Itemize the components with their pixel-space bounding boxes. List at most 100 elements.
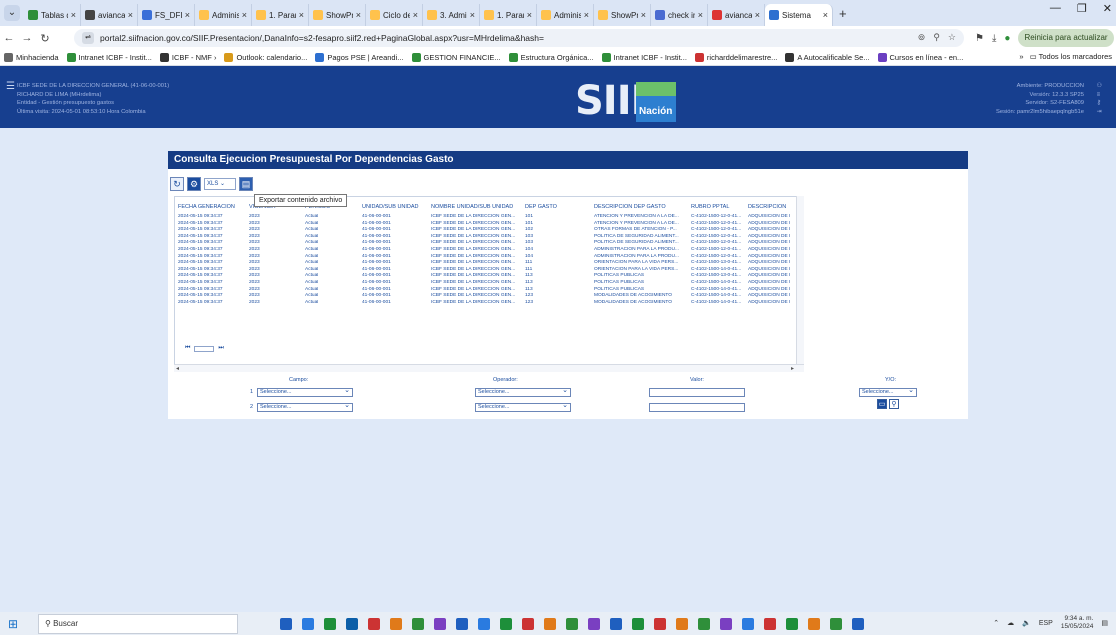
taskbar-app-icon[interactable] [588, 617, 600, 630]
export-icon[interactable]: ▤ [239, 177, 253, 191]
taskbar-app-icon[interactable] [368, 617, 380, 630]
tab-search-icon[interactable]: ⌄ [4, 5, 20, 21]
table-row[interactable]: 2024-05-15 09:34:37 2023 Actual 41-06-00-00… [175, 260, 803, 267]
reload-icon[interactable]: ↻ [36, 32, 54, 45]
network-icon[interactable]: ☁ [1007, 619, 1014, 627]
taskbar-app-icon[interactable] [522, 617, 534, 630]
taskbar-app-icon[interactable] [698, 617, 710, 630]
browser-tab[interactable]: Administ× [537, 4, 594, 26]
bookmark-item[interactable]: Minhacienda [4, 53, 59, 62]
bookmark-item[interactable]: Estructura Orgánica... [508, 53, 594, 62]
taskbar-app-icon[interactable] [654, 617, 666, 630]
column-header[interactable]: FECHA GENERACION [175, 204, 246, 212]
table-row[interactable]: 2024-05-15 09:34:37 2023 Actual 41-06-00-00… [175, 273, 803, 280]
taskbar-app-icon[interactable] [632, 617, 644, 630]
tab-close-icon[interactable]: × [470, 10, 475, 20]
column-header[interactable]: DESCRIPCION DEP GASTO [591, 204, 688, 212]
campo-select-1[interactable]: Seleccione... [257, 387, 353, 397]
taskbar-app-icon[interactable] [434, 617, 446, 630]
tab-close-icon[interactable]: × [185, 10, 190, 20]
operador-select-1[interactable]: Seleccione... [475, 387, 571, 397]
more-bookmarks-icon[interactable]: » [1019, 52, 1023, 61]
last-page-icon[interactable]: ⏭ [218, 345, 223, 352]
taskbar-search[interactable]: ⚲ Buscar [38, 613, 238, 634]
address-input[interactable]: ⇌ portal2.siifnacion.gov.co/SIIF.Present… [74, 29, 964, 47]
maximize-icon[interactable]: ❐ [1077, 2, 1087, 15]
taskbar-app-icon[interactable] [764, 617, 776, 630]
bookmark-item[interactable]: Outlook: calendario... [224, 53, 307, 62]
search-icon[interactable]: ⚲ [889, 399, 899, 409]
logout-icon[interactable]: ⇥ [1097, 108, 1102, 117]
taskbar-app-icon[interactable] [566, 617, 578, 630]
operador-select-2[interactable]: Seleccione... [475, 402, 571, 412]
bookmark-item[interactable]: Cursos en línea - en... [877, 53, 963, 62]
tab-close-icon[interactable]: × [242, 10, 247, 20]
users-icon[interactable]: ⚇ [1097, 82, 1102, 91]
browser-tab[interactable]: avianca × [81, 4, 138, 26]
volume-icon[interactable]: 🔈 [1022, 619, 1031, 627]
table-row[interactable]: 2024-05-15 09:34:37 2023 Actual 41-06-00-00… [175, 267, 803, 274]
browser-tab[interactable]: 3. Admin× [423, 4, 480, 26]
taskbar-app-icon[interactable] [852, 617, 864, 630]
taskbar-app-icon[interactable] [412, 617, 424, 630]
bookmark-item[interactable]: GESTION FINANCIE... [411, 53, 501, 62]
tab-close-icon[interactable]: × [128, 10, 133, 20]
tab-close-icon[interactable]: × [299, 10, 304, 20]
column-header[interactable]: DEP GASTO [522, 204, 591, 212]
page-input[interactable] [194, 345, 215, 352]
taskbar-app-icon[interactable] [280, 617, 292, 630]
update-button[interactable]: Reinicia para actualizar [1018, 29, 1114, 47]
table-row[interactable]: 2024-05-15 09:34:37 2023 Actual 41-06-00-00… [175, 287, 803, 294]
taskbar-app-icon[interactable] [302, 617, 314, 630]
browser-tab[interactable]: 1. Param× [252, 4, 309, 26]
extensions-icon[interactable]: ⚑ [975, 33, 984, 44]
column-header[interactable]: NOMBRE UNIDAD/SUB UNIDAD [428, 204, 522, 212]
download-icon[interactable]: ⤓ [992, 33, 996, 44]
horizontal-scrollbar[interactable]: ◂ ▸ [174, 364, 804, 372]
key-icon[interactable]: ⚷ [1097, 99, 1102, 108]
tab-close-icon[interactable]: × [356, 10, 361, 20]
zoom-icon[interactable]: ⚲ [933, 32, 940, 43]
settings-icon[interactable]: ⚙ [187, 177, 201, 191]
table-row[interactable]: 2024-05-15 09:34:37 2023 Actual 41-06-00-00… [175, 227, 803, 234]
monitor-icon[interactable]: ▭ [877, 399, 887, 409]
browser-tab[interactable]: 1. Param× [480, 4, 537, 26]
all-bookmarks-folder[interactable]: ▭ Todos los marcadores [1030, 52, 1112, 61]
tab-close-icon[interactable]: × [823, 10, 828, 20]
tab-close-icon[interactable]: × [641, 10, 646, 20]
table-row[interactable]: 2024-05-15 09:34:37 2023 Actual 41-06-00-00… [175, 214, 803, 221]
bookmark-item[interactable]: ICBF - NMF › [159, 53, 216, 62]
yo-select-1[interactable]: Seleccione... [859, 387, 917, 397]
browser-tab[interactable]: Tablas de× [24, 4, 81, 26]
new-tab-icon[interactable]: + [839, 6, 847, 21]
table-row[interactable]: 2024-05-15 09:34:37 2023 Actual 41-06-00-00… [175, 240, 803, 247]
browser-tab[interactable]: Ciclo de × [366, 4, 423, 26]
windows-start-icon[interactable]: ⊞ [8, 617, 28, 631]
browser-tab[interactable]: FS_DFIN× [138, 4, 195, 26]
taskbar-app-icon[interactable] [830, 617, 842, 630]
notifications-icon[interactable]: ▤ [1101, 619, 1108, 627]
table-row[interactable]: 2024-05-15 09:34:37 2023 Actual 41-06-00-00… [175, 247, 803, 254]
vertical-scrollbar[interactable] [796, 196, 804, 372]
close-window-icon[interactable]: ✕ [1103, 2, 1112, 15]
taskbar-app-icon[interactable] [456, 617, 468, 630]
clock[interactable]: 9:34 a. m. 15/05/2024 [1061, 615, 1094, 631]
taskbar-app-icon[interactable] [720, 617, 732, 630]
tab-close-icon[interactable]: × [698, 10, 703, 20]
profile-icon[interactable]: ● [1004, 33, 1010, 44]
column-header[interactable]: UNIDAD/SUB UNIDAD [359, 204, 428, 212]
bookmark-item[interactable]: Intranet ICBF - Instit... [66, 53, 152, 62]
browser-tab[interactable]: avianca × [708, 4, 765, 26]
scroll-left-icon[interactable]: ◂ [176, 365, 179, 372]
campo-select-2[interactable]: Seleccione... [257, 402, 353, 412]
taskbar-app-icon[interactable] [346, 617, 358, 630]
browser-tab[interactable]: ShowPro× [309, 4, 366, 26]
language-indicator[interactable]: ESP [1039, 620, 1053, 627]
table-row[interactable]: 2024-05-15 09:34:37 2023 Actual 41-06-00-00… [175, 221, 803, 228]
table-row[interactable]: 2024-05-15 09:34:37 2023 Actual 41-06-00-00… [175, 300, 803, 307]
table-row[interactable]: 2024-05-15 09:34:37 2023 Actual 41-06-00-00… [175, 280, 803, 287]
taskbar-app-icon[interactable] [676, 617, 688, 630]
bookmark-item[interactable]: richarddelimarestre... [694, 53, 777, 62]
browser-tab-active[interactable]: Sistema × [765, 4, 833, 26]
first-page-icon[interactable]: ⏮ [185, 345, 190, 352]
